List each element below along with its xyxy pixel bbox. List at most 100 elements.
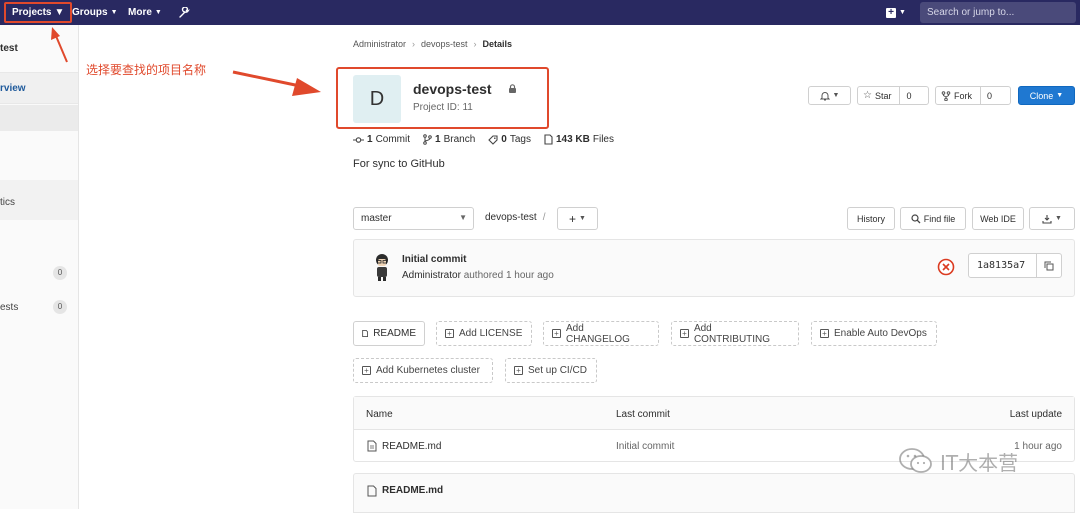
history-button[interactable]: History — [847, 207, 895, 230]
copy-sha-button[interactable] — [1036, 254, 1061, 277]
sidebar-project-name[interactable]: test — [0, 43, 18, 54]
add-changelog-label: Add CHANGELOG — [565, 322, 630, 345]
add-changelog-button[interactable]: + Add CHANGELOG — [543, 321, 659, 346]
merge-requests-count-badge: 0 — [53, 300, 67, 314]
readme-button[interactable]: README — [353, 321, 425, 346]
sidebar-item-issues[interactable]: 0 — [53, 266, 67, 280]
enable-auto-devops-label: Enable Auto DevOps — [834, 328, 927, 339]
branches-count: 1 — [435, 134, 441, 145]
last-commit-panel: Initial commit Administrator authored 1 … — [353, 239, 1075, 297]
add-kubernetes-button[interactable]: + Add Kubernetes cluster — [353, 358, 493, 383]
notification-dropdown[interactable]: ▼ — [808, 86, 851, 105]
branch-icon — [423, 134, 432, 145]
annotation-highlight-box — [336, 67, 549, 129]
repo-path: devops-test / — [485, 212, 545, 223]
commits-link[interactable]: 1 Commit — [353, 134, 410, 145]
search-input[interactable]: Search or jump to... — [920, 2, 1076, 23]
fork-icon — [941, 90, 951, 101]
star-icon: ☆ — [863, 90, 872, 101]
plus-square-icon: + — [362, 366, 371, 375]
col-last-commit: Last commit — [616, 409, 670, 420]
groups-menu[interactable]: Groups ▼ — [66, 0, 124, 25]
fork-label: Fork — [954, 90, 972, 101]
star-button[interactable]: ☆ Star 0 — [857, 86, 929, 105]
projects-menu[interactable]: Projects ▼ — [4, 2, 73, 23]
star-count[interactable]: 0 — [899, 87, 917, 104]
add-contributing-label: Add CONTRIBUTING — [693, 322, 771, 345]
chevron-right-icon: › — [473, 39, 477, 49]
fork-count[interactable]: 0 — [980, 87, 998, 104]
commit-sha[interactable]: 1a8135a7 — [969, 260, 1036, 271]
files-link[interactable]: 143 KB Files — [544, 134, 614, 145]
project-sidebar: test rview tics 0 ests 0 — [0, 25, 79, 509]
add-kubernetes-label: Add Kubernetes cluster — [376, 365, 480, 376]
sidebar-item-overview[interactable]: rview — [0, 72, 78, 104]
file-last-update: 1 hour ago — [1014, 441, 1062, 452]
find-file-label: Find file — [923, 213, 956, 224]
commit-meta: Administrator authored 1 hour ago — [402, 270, 554, 281]
top-navbar: Projects ▼ Groups ▼ More ▼ + ▼ Search or… — [0, 0, 1080, 25]
more-label: More — [128, 7, 152, 18]
download-dropdown[interactable]: ▼ — [1029, 207, 1075, 230]
project-description: For sync to GitHub — [353, 158, 445, 170]
file-last-commit[interactable]: Initial commit — [616, 441, 674, 452]
plus-icon: + — [569, 211, 577, 226]
repo-path-root[interactable]: devops-test — [485, 212, 537, 223]
pipeline-failed-icon[interactable] — [937, 258, 955, 276]
search-icon — [911, 213, 921, 223]
commit-title[interactable]: Initial commit — [402, 254, 466, 265]
tags-link[interactable]: 0 Tags — [488, 134, 531, 145]
sidebar-item-analytics[interactable]: tics — [0, 180, 78, 220]
readme-label: README — [373, 328, 416, 339]
breadcrumb-details[interactable]: Details — [483, 39, 513, 49]
chevron-down-icon: ▼ — [832, 92, 840, 99]
branch-name: master — [361, 213, 392, 224]
add-license-button[interactable]: + Add LICENSE — [436, 321, 532, 346]
star-label: Star — [874, 90, 892, 101]
project-stats: 1 Commit 1 Branch 0 Tags 143 KB Files — [353, 134, 614, 145]
download-icon — [1042, 214, 1052, 224]
table-header: Name Last commit Last update — [354, 397, 1074, 430]
more-menu[interactable]: More ▼ — [122, 0, 168, 25]
web-ide-button[interactable]: Web IDE — [972, 207, 1024, 230]
new-dropdown[interactable]: + ▼ — [880, 0, 912, 25]
merge-requests-count: 0 — [53, 300, 67, 314]
copy-icon — [1044, 261, 1054, 270]
watermark: IT大本营 — [898, 446, 1018, 476]
add-file-dropdown[interactable]: + ▼ — [557, 207, 598, 230]
commit-author[interactable]: Administrator — [402, 270, 461, 281]
readme-title: README.md — [382, 485, 444, 496]
wechat-icon — [899, 448, 932, 473]
plus-square-icon: + — [552, 329, 561, 338]
fork-button[interactable]: Fork 0 — [935, 86, 1011, 105]
watermark-text: IT大本营 — [940, 450, 1019, 475]
chevron-down-icon: ▼ — [1056, 92, 1064, 99]
admin-area-link[interactable] — [172, 0, 196, 25]
user-avatar — [376, 254, 388, 281]
file-icon — [362, 330, 368, 337]
clone-button[interactable]: Clone ▼ — [1018, 86, 1075, 105]
breadcrumb-project[interactable]: devops-test — [421, 39, 468, 49]
branches-link[interactable]: 1 Branch — [423, 134, 475, 145]
setup-cicd-button[interactable]: + Set up CI/CD — [505, 358, 597, 383]
sidebar-item-merge-requests[interactable]: ests — [0, 302, 18, 313]
groups-label: Groups — [72, 7, 108, 18]
col-last-update: Last update — [1009, 409, 1062, 420]
tags-count: 0 — [501, 134, 507, 145]
branch-selector[interactable]: master ▼ — [353, 207, 474, 230]
chevron-down-icon: ▼ — [899, 9, 906, 16]
plus-square-icon: + — [886, 7, 896, 18]
breadcrumb-administrator[interactable]: Administrator — [353, 39, 406, 49]
add-contributing-button[interactable]: + Add CONTRIBUTING — [671, 321, 799, 346]
commit-sha-group: 1a8135a7 — [968, 253, 1062, 278]
col-name: Name — [366, 409, 393, 420]
bell-icon — [819, 91, 830, 100]
file-name[interactable]: README.md — [382, 441, 441, 452]
enable-auto-devops-button[interactable]: + Enable Auto DevOps — [811, 321, 937, 346]
projects-label: Projects — [12, 7, 52, 18]
file-icon — [544, 134, 553, 145]
find-file-button[interactable]: Find file — [900, 207, 966, 230]
sidebar-item-details[interactable] — [0, 105, 78, 131]
tags-label: Tags — [509, 134, 531, 145]
add-license-label: Add LICENSE — [459, 328, 523, 339]
